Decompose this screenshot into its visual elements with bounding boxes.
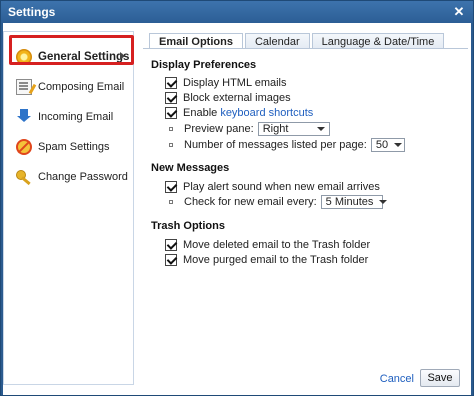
- section-title-trash: Trash Options: [151, 220, 225, 232]
- move-purged-checkbox[interactable]: [165, 254, 177, 266]
- move-deleted-option[interactable]: Move deleted email to the Trash folder: [165, 238, 370, 252]
- preview-pane-select[interactable]: Right: [257, 122, 330, 136]
- settings-sidebar: General Settings Composing Email Incomin…: [3, 31, 134, 385]
- preview-pane-setting: Preview pane: Right: [165, 122, 330, 136]
- check-interval-select[interactable]: 5 Minutes: [320, 195, 388, 209]
- sidebar-item-composing-email[interactable]: Composing Email: [4, 74, 133, 100]
- section-title-display: Display Preferences: [151, 59, 257, 71]
- chevron-right-icon: [120, 52, 125, 60]
- preview-pane-value: Right: [262, 123, 289, 135]
- messages-per-page-value: 50: [375, 139, 389, 151]
- check-interval-label: Check for new email every:: [184, 196, 317, 208]
- block-images-checkbox[interactable]: [165, 92, 177, 104]
- html-emails-option[interactable]: Display HTML emails: [165, 76, 287, 90]
- chevron-down-icon: [394, 143, 403, 147]
- bullet-icon: [169, 143, 173, 147]
- block-images-label: Block external images: [183, 92, 291, 104]
- sidebar-item-label: General Settings: [38, 51, 130, 63]
- sidebar-item-label: Composing Email: [38, 81, 125, 93]
- window-body: General Settings Composing Email Incomin…: [3, 23, 471, 395]
- move-purged-option[interactable]: Move purged email to the Trash folder: [165, 253, 368, 267]
- move-deleted-checkbox[interactable]: [165, 239, 177, 251]
- dialog-footer: Cancel Save: [143, 368, 468, 393]
- key-icon: [16, 169, 32, 185]
- alert-sound-option[interactable]: Play alert sound when new email arrives: [165, 180, 380, 194]
- cancel-button[interactable]: Cancel: [380, 373, 414, 385]
- sidebar-item-label: Change Password: [38, 171, 128, 183]
- messages-per-page-label: Number of messages listed per page:: [184, 139, 367, 151]
- inbox-icon: [16, 109, 32, 125]
- block-images-option[interactable]: Block external images: [165, 91, 291, 105]
- sidebar-item-change-password[interactable]: Change Password: [4, 164, 133, 190]
- bullet-icon: [169, 127, 173, 131]
- messages-per-page-setting: Number of messages listed per page: 50: [165, 138, 405, 152]
- move-deleted-label: Move deleted email to the Trash folder: [183, 239, 371, 251]
- sidebar-item-spam-settings[interactable]: Spam Settings: [4, 134, 133, 160]
- tab-calendar[interactable]: Calendar: [244, 33, 310, 49]
- shortcuts-option[interactable]: Enable keyboard shortcuts: [165, 106, 313, 120]
- shortcuts-checkbox[interactable]: [165, 107, 177, 119]
- sidebar-item-incoming-email[interactable]: Incoming Email: [4, 104, 133, 130]
- sidebar-item-general-settings[interactable]: General Settings: [4, 44, 133, 70]
- section-title-new-messages: New Messages: [151, 162, 230, 174]
- alert-sound-label: Play alert sound when new email arrives: [183, 181, 380, 193]
- close-icon[interactable]: ✕: [451, 4, 467, 20]
- tab-language-date-time[interactable]: Language & Date/Time: [311, 33, 445, 49]
- email-options-panel: Display Preferences Display HTML emails …: [143, 48, 468, 366]
- chevron-down-icon: [316, 127, 325, 131]
- move-purged-label: Move purged email to the Trash folder: [183, 254, 369, 266]
- shortcuts-label: Enable: [183, 107, 221, 119]
- save-button[interactable]: Save: [420, 369, 460, 387]
- chevron-down-icon: [379, 200, 388, 204]
- gear-icon: [16, 49, 32, 65]
- tab-bar: Email Options Calendar Language & Date/T…: [149, 33, 446, 50]
- spam-icon: [16, 139, 32, 155]
- bullet-icon: [169, 200, 173, 204]
- html-emails-label: Display HTML emails: [183, 77, 287, 89]
- title-bar: Settings ✕: [1, 1, 473, 23]
- messages-per-page-select[interactable]: 50: [370, 138, 405, 152]
- check-interval-setting: Check for new email every: 5 Minutes: [165, 195, 388, 209]
- sidebar-item-label: Spam Settings: [38, 141, 110, 153]
- window-title: Settings: [8, 5, 56, 19]
- html-emails-checkbox[interactable]: [165, 77, 177, 89]
- sidebar-item-label: Incoming Email: [38, 111, 114, 123]
- compose-icon: [16, 79, 32, 95]
- settings-window: Settings ✕ General Settings Composing Em…: [0, 0, 474, 396]
- alert-sound-checkbox[interactable]: [165, 181, 177, 193]
- settings-content: Email Options Calendar Language & Date/T…: [143, 31, 468, 366]
- keyboard-shortcuts-link[interactable]: keyboard shortcuts: [220, 107, 313, 119]
- check-interval-value: 5 Minutes: [325, 196, 374, 208]
- preview-pane-label: Preview pane:: [184, 123, 254, 135]
